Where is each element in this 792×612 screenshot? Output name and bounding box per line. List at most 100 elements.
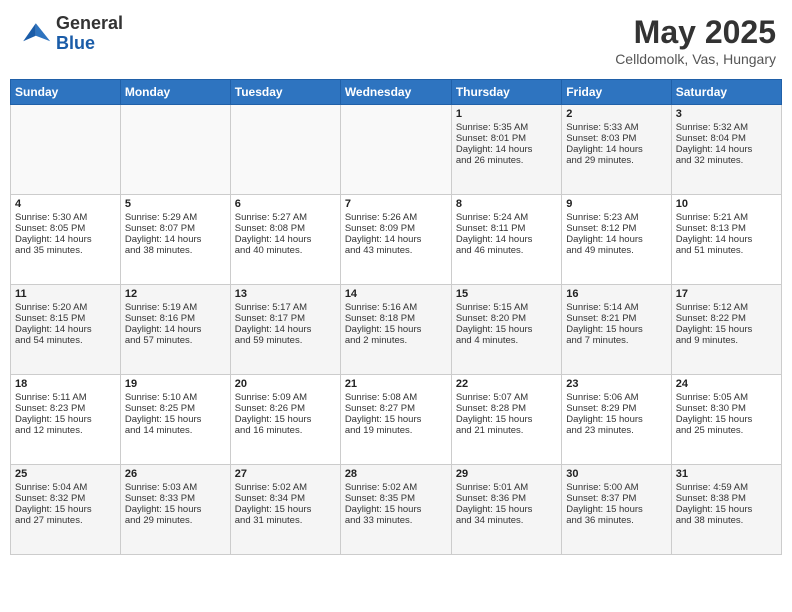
day-info-line: Daylight: 15 hours (15, 414, 116, 425)
day-number: 22 (456, 378, 557, 390)
page-header: General Blue May 2025 Celldomolk, Vas, H… (10, 10, 782, 71)
calendar-cell: 11Sunrise: 5:20 AMSunset: 8:15 PMDayligh… (11, 285, 121, 375)
title-area: May 2025 Celldomolk, Vas, Hungary (615, 14, 776, 67)
day-info-line: Daylight: 14 hours (676, 144, 777, 155)
day-info-line: Sunset: 8:27 PM (345, 403, 447, 414)
day-info-line: and 23 minutes. (566, 425, 666, 436)
day-info-line: Sunset: 8:26 PM (235, 403, 336, 414)
day-info-line: Sunrise: 5:20 AM (15, 302, 116, 313)
calendar-cell (120, 105, 230, 195)
day-info-line: Sunset: 8:25 PM (125, 403, 226, 414)
day-number: 2 (566, 108, 666, 120)
weekday-header-sunday: Sunday (11, 80, 121, 105)
calendar-cell: 26Sunrise: 5:03 AMSunset: 8:33 PMDayligh… (120, 465, 230, 555)
day-info-line: Daylight: 14 hours (235, 324, 336, 335)
day-number: 14 (345, 288, 447, 300)
day-info-line: and 27 minutes. (15, 515, 116, 526)
day-number: 19 (125, 378, 226, 390)
day-info-line: Daylight: 15 hours (235, 414, 336, 425)
calendar-cell: 5Sunrise: 5:29 AMSunset: 8:07 PMDaylight… (120, 195, 230, 285)
weekday-header-tuesday: Tuesday (230, 80, 340, 105)
weekday-header-saturday: Saturday (671, 80, 781, 105)
calendar-cell: 28Sunrise: 5:02 AMSunset: 8:35 PMDayligh… (340, 465, 451, 555)
day-number: 1 (456, 108, 557, 120)
day-info-line: and 21 minutes. (456, 425, 557, 436)
day-info-line: and 36 minutes. (566, 515, 666, 526)
day-info-line: Sunrise: 5:11 AM (15, 392, 116, 403)
day-info-line: and 38 minutes. (676, 515, 777, 526)
day-info-line: Sunset: 8:38 PM (676, 493, 777, 504)
weekday-header-wednesday: Wednesday (340, 80, 451, 105)
day-info-line: and 35 minutes. (15, 245, 116, 256)
calendar-week-row: 18Sunrise: 5:11 AMSunset: 8:23 PMDayligh… (11, 375, 782, 465)
weekday-header-row: SundayMondayTuesdayWednesdayThursdayFrid… (11, 80, 782, 105)
day-info-line: Daylight: 15 hours (676, 504, 777, 515)
day-number: 3 (676, 108, 777, 120)
logo-general-text: General (56, 14, 123, 34)
day-info-line: Sunset: 8:21 PM (566, 313, 666, 324)
day-info-line: Sunset: 8:11 PM (456, 223, 557, 234)
day-info-line: Sunrise: 5:08 AM (345, 392, 447, 403)
day-info-line: Daylight: 15 hours (125, 504, 226, 515)
day-info-line: Sunset: 8:20 PM (456, 313, 557, 324)
day-number: 21 (345, 378, 447, 390)
day-info-line: Sunrise: 5:07 AM (456, 392, 557, 403)
calendar-cell: 1Sunrise: 5:35 AMSunset: 8:01 PMDaylight… (451, 105, 561, 195)
day-info-line: Daylight: 14 hours (566, 144, 666, 155)
day-number: 25 (15, 468, 116, 480)
day-number: 23 (566, 378, 666, 390)
day-number: 15 (456, 288, 557, 300)
day-info-line: Sunrise: 5:01 AM (456, 482, 557, 493)
day-info-line: and 40 minutes. (235, 245, 336, 256)
day-info-line: Sunrise: 5:21 AM (676, 212, 777, 223)
logo-text: General Blue (56, 14, 123, 54)
calendar-cell: 3Sunrise: 5:32 AMSunset: 8:04 PMDaylight… (671, 105, 781, 195)
day-info-line: and 51 minutes. (676, 245, 777, 256)
day-info-line: Sunrise: 5:26 AM (345, 212, 447, 223)
day-info-line: Sunrise: 5:35 AM (456, 122, 557, 133)
day-info-line: Daylight: 15 hours (566, 414, 666, 425)
day-info-line: and 33 minutes. (345, 515, 447, 526)
day-info-line: Sunrise: 5:10 AM (125, 392, 226, 403)
day-info-line: Sunset: 8:17 PM (235, 313, 336, 324)
day-info-line: Sunrise: 5:06 AM (566, 392, 666, 403)
day-info-line: and 25 minutes. (676, 425, 777, 436)
day-info-line: Sunrise: 5:02 AM (235, 482, 336, 493)
day-info-line: Sunrise: 5:02 AM (345, 482, 447, 493)
calendar-cell: 18Sunrise: 5:11 AMSunset: 8:23 PMDayligh… (11, 375, 121, 465)
day-info-line: Sunrise: 5:05 AM (676, 392, 777, 403)
day-info-line: Daylight: 15 hours (676, 324, 777, 335)
calendar-cell: 8Sunrise: 5:24 AMSunset: 8:11 PMDaylight… (451, 195, 561, 285)
day-info-line: Sunset: 8:18 PM (345, 313, 447, 324)
day-info-line: and 16 minutes. (235, 425, 336, 436)
day-info-line: Sunset: 8:05 PM (15, 223, 116, 234)
calendar-cell (230, 105, 340, 195)
calendar-cell (11, 105, 121, 195)
day-info-line: Sunset: 8:37 PM (566, 493, 666, 504)
weekday-header-thursday: Thursday (451, 80, 561, 105)
day-info-line: Daylight: 15 hours (566, 324, 666, 335)
day-info-line: Daylight: 14 hours (566, 234, 666, 245)
day-info-line: and 29 minutes. (125, 515, 226, 526)
weekday-header-monday: Monday (120, 80, 230, 105)
day-info-line: Daylight: 15 hours (125, 414, 226, 425)
calendar-cell: 25Sunrise: 5:04 AMSunset: 8:32 PMDayligh… (11, 465, 121, 555)
day-info-line: Daylight: 15 hours (345, 324, 447, 335)
day-number: 9 (566, 198, 666, 210)
calendar-cell: 30Sunrise: 5:00 AMSunset: 8:37 PMDayligh… (562, 465, 671, 555)
day-info-line: Sunrise: 5:17 AM (235, 302, 336, 313)
day-info-line: Daylight: 15 hours (456, 414, 557, 425)
day-info-line: Daylight: 15 hours (235, 504, 336, 515)
calendar-table: SundayMondayTuesdayWednesdayThursdayFrid… (10, 79, 782, 555)
day-info-line: Sunrise: 4:59 AM (676, 482, 777, 493)
day-info-line: and 43 minutes. (345, 245, 447, 256)
day-info-line: Daylight: 15 hours (456, 504, 557, 515)
day-info-line: Sunset: 8:13 PM (676, 223, 777, 234)
day-info-line: Sunrise: 5:14 AM (566, 302, 666, 313)
day-info-line: Sunrise: 5:03 AM (125, 482, 226, 493)
day-info-line: Sunrise: 5:23 AM (566, 212, 666, 223)
calendar-cell: 29Sunrise: 5:01 AMSunset: 8:36 PMDayligh… (451, 465, 561, 555)
day-number: 18 (15, 378, 116, 390)
day-info-line: Daylight: 14 hours (345, 234, 447, 245)
day-info-line: Daylight: 15 hours (566, 504, 666, 515)
